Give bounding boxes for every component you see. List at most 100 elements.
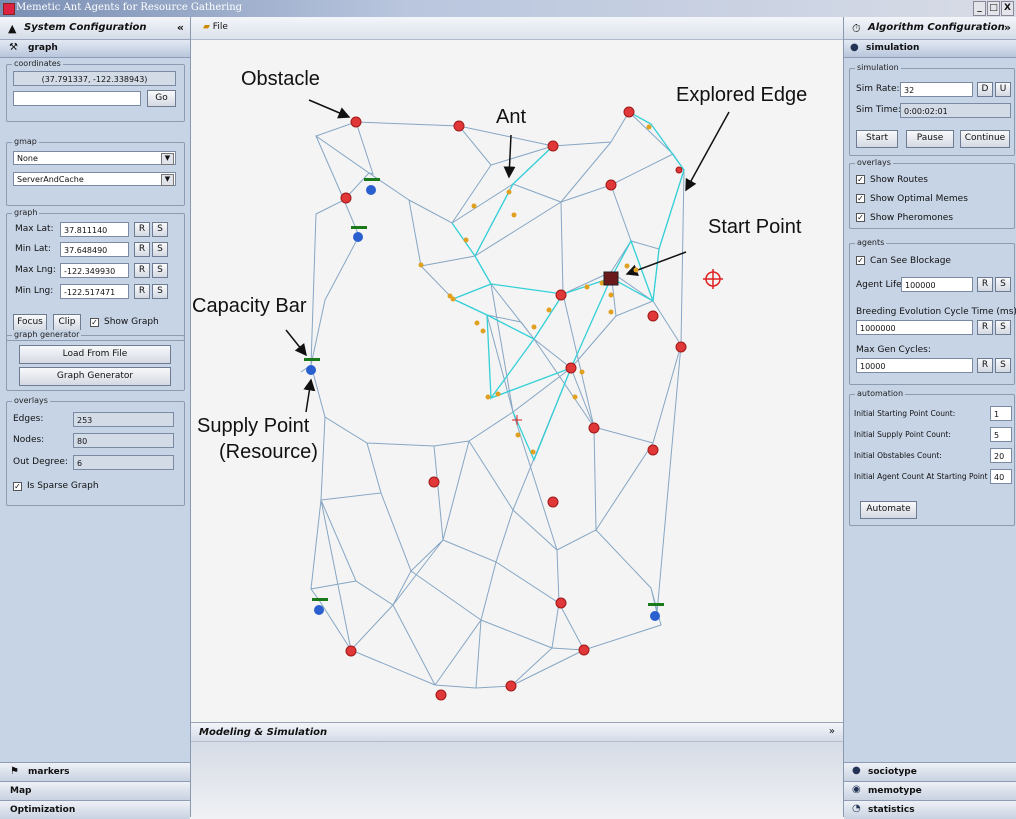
coordinates-display: (37.791337, -122.338943) [13,71,176,86]
simulation-icon: ● [850,42,859,53]
is-sparse-graph-checkbox[interactable]: ✓ [13,482,22,491]
min-lat-s-button[interactable]: S [152,242,168,257]
system-configuration-header: ▲ System Configuration « [0,17,190,40]
window-controls: _ □ X [973,1,1014,16]
crosshair-icon [703,269,723,289]
right-overlays-group: overlays ✓ Show Routes ✓ Show Optimal Me… [849,158,1015,229]
max-lng-label: Max Lng: [15,265,56,275]
load-from-file-button[interactable]: Load From File [19,345,171,364]
breeding-cycle-s-button[interactable]: S [995,320,1011,335]
tab-memotype[interactable]: ◉ memotype [844,781,1016,800]
sim-rate-down-button[interactable]: D [977,82,993,97]
continue-button[interactable]: Continue [960,130,1010,148]
expand-button[interactable]: » [829,726,835,737]
agent-life-s-button[interactable]: S [995,277,1011,292]
agent-life-r-button[interactable]: R [977,277,993,292]
max-lng-s-button[interactable]: S [152,263,168,278]
modeling-simulation-title: Modeling & Simulation [199,727,328,738]
show-optimal-memes-checkbox[interactable]: ✓ [856,194,865,203]
tab-map[interactable]: Map [0,781,190,800]
modeling-simulation-body [191,742,843,819]
max-lng-r-button[interactable]: R [134,263,150,278]
tab-simulation[interactable]: ● simulation [844,40,1016,58]
show-routes-checkbox[interactable]: ✓ [856,175,865,184]
min-lng-s-button[interactable]: S [152,284,168,299]
automation-label: automation [855,389,906,398]
cache-select[interactable]: ServerAndCache ▼ [13,172,176,186]
collapse-left-button[interactable]: « [177,21,184,34]
collapse-right-button[interactable]: » [1004,21,1011,34]
initial-agent-count-label: Initial Agent Count At Starting Point [854,472,988,481]
maximize-button[interactable]: □ [987,1,1000,16]
initial-starting-point-field[interactable]: 1 [990,406,1012,421]
graph-generator-group: graph generator Load From File Graph Gen… [6,330,185,391]
tab-sociotype[interactable]: ● sociotype [844,762,1016,781]
max-lat-field[interactable]: 37.811140 [60,222,129,237]
max-gen-cycles-r-button[interactable]: R [977,358,993,373]
sim-time-value: 0:00:02:01 [900,103,1011,118]
initial-obstacles-field[interactable]: 20 [990,448,1012,463]
ant-markers [418,124,652,455]
clip-button[interactable]: Clip [53,314,81,331]
menu-bar: ▰ File [191,17,843,40]
initial-agent-count-field[interactable]: 40 [990,469,1012,484]
gmap-select[interactable]: None ▼ [13,151,176,165]
close-button[interactable]: X [1001,1,1014,16]
min-lng-field[interactable]: -122.517471 [60,284,129,299]
file-menu[interactable]: ▰ File [203,22,228,32]
graph-generator-button[interactable]: Graph Generator [19,367,171,386]
algorithm-configuration-header: ⏱ Algorithm Configuration » [844,17,1016,40]
tab-graph[interactable]: ⚒ graph [0,40,190,58]
can-see-blockage-checkbox[interactable]: ✓ [856,256,865,265]
sim-rate-up-button[interactable]: U [995,82,1011,97]
max-lat-s-button[interactable]: S [152,222,168,237]
show-graph-checkbox[interactable]: ✓ [90,318,99,327]
nodes-label: Nodes: [13,435,45,445]
annotation-arrows [285,99,730,413]
breeding-cycle-r-button[interactable]: R [977,320,993,335]
sim-rate-field[interactable]: 32 [900,82,973,97]
min-lat-r-button[interactable]: R [134,242,150,257]
minimize-button[interactable]: _ [973,1,986,16]
max-gen-cycles-label: Max Gen Cycles: [856,345,931,355]
coordinates-group: coordinates (37.791337, -122.338943) Go [6,59,185,122]
graph-icon: ⚒ [9,42,18,53]
tab-optimization-label: Optimization [10,805,76,815]
modeling-simulation-panel: Modeling & Simulation » [191,722,843,819]
min-lng-label: Min Lng: [15,286,54,296]
max-gen-cycles-s-button[interactable]: S [995,358,1011,373]
min-lat-field[interactable]: 37.648490 [60,242,129,257]
tab-markers[interactable]: ⚑ markers [0,762,190,781]
initial-supply-point-field[interactable]: 5 [990,427,1012,442]
tab-memotype-label: memotype [868,786,922,796]
graph-canvas[interactable]: Obstacle Ant Explored Edge Start Point C… [191,40,843,722]
graph-group: graph Max Lat: 37.811140 R S Min Lat: 37… [6,208,185,341]
max-gen-cycles-field[interactable]: 10000 [856,358,973,373]
show-pheromones-checkbox[interactable]: ✓ [856,213,865,222]
focus-button[interactable]: Focus [13,314,47,331]
pause-button[interactable]: Pause [906,130,954,148]
automate-button[interactable]: Automate [860,501,917,519]
breeding-cycle-field[interactable]: 1000000 [856,320,973,335]
center-cross-icon [512,415,522,425]
cache-select-value: ServerAndCache [17,175,84,184]
tab-sociotype-label: sociotype [868,767,917,777]
show-pheromones-label: Show Pheromones [870,213,954,223]
app-icon [3,3,15,15]
tab-statistics[interactable]: ◔ statistics [844,800,1016,819]
out-degree-label: Out Degree: [13,457,68,467]
system-configuration-panel: ▲ System Configuration « ⚒ graph coordin… [0,17,191,819]
max-lng-field[interactable]: -122.349930 [60,263,129,278]
tab-optimization[interactable]: Optimization [0,800,190,819]
overlay-markers [285,99,730,701]
min-lng-r-button[interactable]: R [134,284,150,299]
start-button[interactable]: Start [856,130,898,148]
agent-life-field[interactable]: 100000 [901,277,973,292]
coordinates-input[interactable] [13,91,141,106]
system-configuration-title: System Configuration [24,22,147,33]
agents-label: agents [855,238,887,247]
go-button[interactable]: Go [147,90,176,107]
max-lat-r-button[interactable]: R [134,222,150,237]
sim-time-label: Sim Time: [856,105,901,115]
memotype-icon: ◉ [852,784,861,795]
